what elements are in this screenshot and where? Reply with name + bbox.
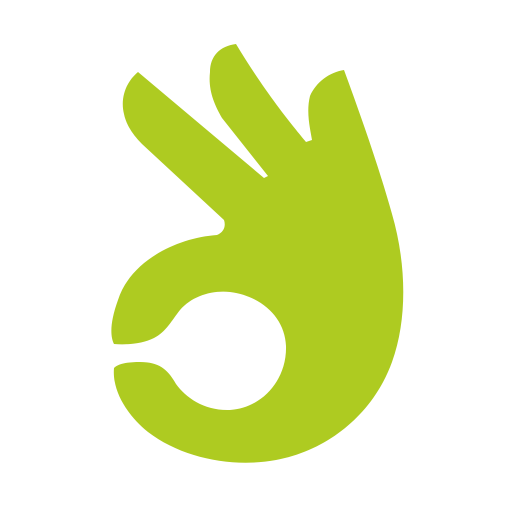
hand-body xyxy=(111,44,404,463)
hand-shape xyxy=(111,44,404,463)
ok-hand-icon xyxy=(111,44,404,463)
ok-hand-logo-canvas xyxy=(0,0,512,512)
